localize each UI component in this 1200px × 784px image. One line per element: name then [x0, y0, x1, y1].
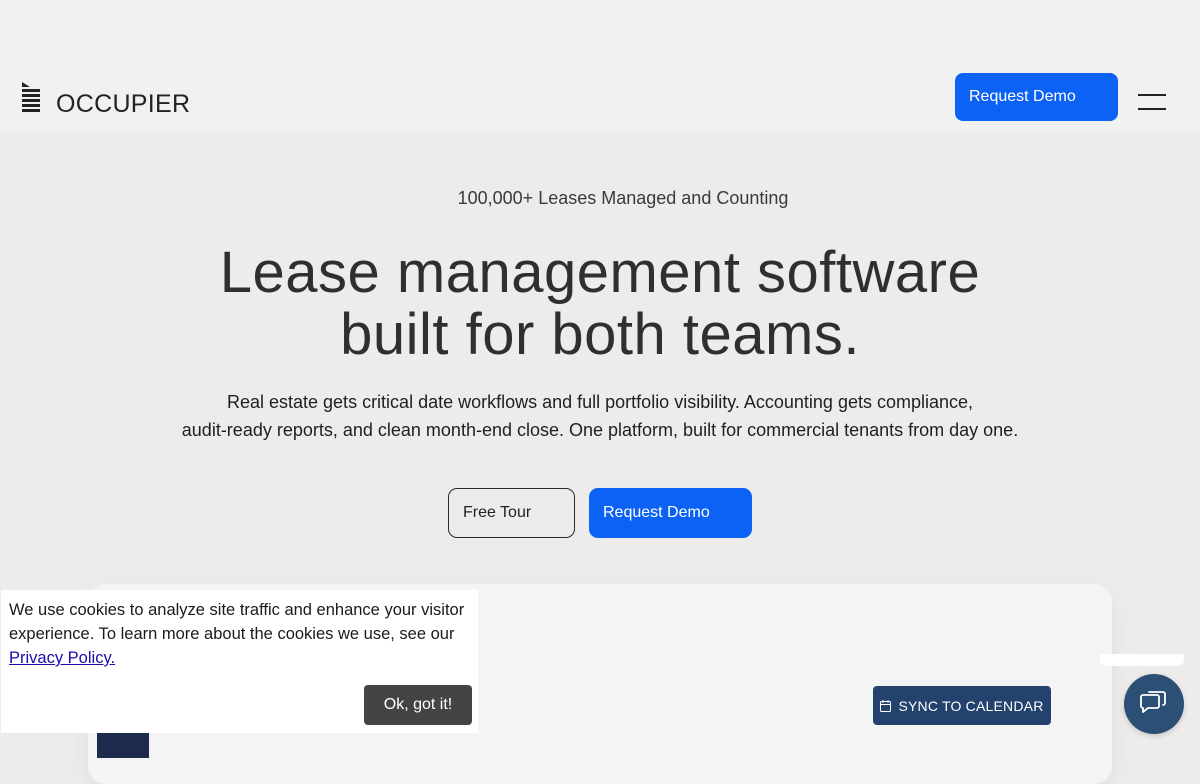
free-tour-button[interactable]: Free Tour: [448, 488, 575, 538]
header-request-demo-button[interactable]: Request Demo: [955, 73, 1118, 121]
hero-headline: Lease management software built for both…: [0, 242, 1200, 366]
hero-subheading: Real estate gets critical date workflows…: [0, 388, 1200, 444]
cookie-text: We use cookies to analyze site traffic a…: [9, 601, 465, 643]
chat-bubble-icon: [1140, 691, 1166, 713]
subheading-line-1: Real estate gets critical date workflows…: [226, 392, 974, 412]
calendar-icon: [880, 699, 892, 712]
hero-request-demo-button[interactable]: Request Demo: [589, 488, 752, 538]
privacy-policy-link[interactable]: Privacy Policy.: [9, 649, 115, 667]
site-header: OCCUPIER Request Demo: [0, 0, 1200, 131]
cookie-message: We use cookies to analyze site traffic a…: [9, 598, 469, 670]
headline-line-1: Lease management software: [219, 240, 981, 305]
chat-launcher-button[interactable]: [1124, 674, 1184, 734]
cookie-banner: We use cookies to analyze site traffic a…: [1, 590, 478, 733]
cookie-ok-button[interactable]: Ok, got it!: [364, 685, 472, 725]
hamburger-menu-icon[interactable]: [1138, 94, 1166, 110]
hero-eyebrow: 100,000+ Leases Managed and Counting: [457, 188, 789, 208]
building-stripes-icon: [22, 82, 40, 112]
sync-to-calendar-button[interactable]: SYNC TO CALENDAR: [873, 686, 1051, 725]
chat-prompt-tab: [1100, 654, 1184, 666]
brand-name: OCCUPIER: [56, 90, 191, 118]
subheading-line-2: audit-ready reports, and clean month-end…: [181, 420, 1019, 440]
headline-line-2: built for both teams.: [340, 302, 860, 367]
brand-logo[interactable]: OCCUPIER: [22, 82, 190, 117]
sync-to-calendar-label: SYNC TO CALENDAR: [898, 697, 1044, 714]
